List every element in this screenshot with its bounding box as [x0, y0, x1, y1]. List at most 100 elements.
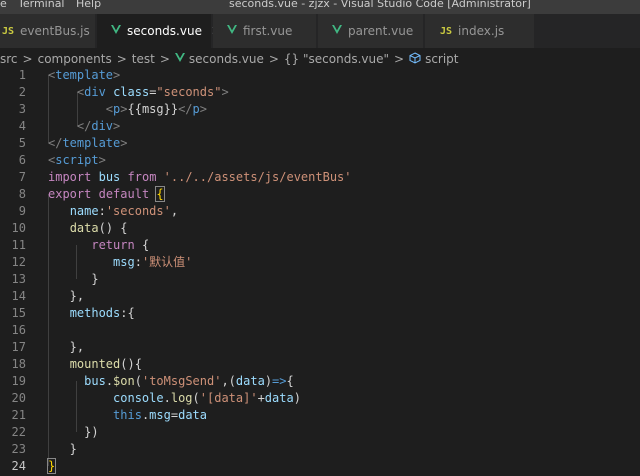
tab-label: first.vue [243, 24, 293, 38]
title-bar: e Terminal Help seconds.vue - zjzx - Vis… [0, 0, 640, 14]
code-line[interactable]: 21 this.msg=data [0, 407, 640, 424]
code-text: <script> [48, 152, 106, 169]
code-line[interactable]: 23 } [0, 441, 640, 458]
code-token: ) [293, 391, 301, 405]
vue-file-icon [332, 25, 342, 37]
window-title: seconds.vue - zjzx - Visual Studio Code … [229, 0, 531, 10]
menu-terminal[interactable]: Terminal [18, 0, 65, 10]
code-line[interactable]: 16 [0, 322, 640, 339]
code-token: bus [98, 170, 121, 184]
editor-tab-bar: JS eventBus.js seconds.vue ✕ first.vue p… [0, 14, 640, 48]
code-line[interactable]: 22 }) [0, 424, 640, 441]
code-line[interactable]: 24} [0, 458, 640, 475]
code-token: : [98, 204, 106, 218]
code-line[interactable]: 4 </div> [0, 118, 640, 135]
code-line[interactable]: 3 <p>{{msg}}</p> [0, 101, 640, 118]
code-token: '[data]' [199, 391, 258, 405]
tab-seconds-vue[interactable]: seconds.vue ✕ [97, 14, 222, 48]
code-token: '../../assets/js/eventBus' [163, 170, 352, 184]
code-line[interactable]: 15 methods:{ [0, 305, 640, 322]
breadcrumb-item-script[interactable]: script [425, 52, 458, 66]
breadcrumb-item-components[interactable]: components [38, 52, 112, 66]
menu-file[interactable]: e [0, 0, 7, 10]
code-token: > [98, 153, 106, 167]
tab-parent-vue[interactable]: parent.vue [318, 14, 424, 48]
code-line[interactable]: 2 <div class="seconds"> [0, 84, 640, 101]
code-text: data() { [48, 220, 128, 237]
vue-file-icon [227, 25, 237, 37]
code-token: => [272, 374, 287, 388]
code-line[interactable]: 14 }, [0, 288, 640, 305]
code-text: <div class="seconds"> [48, 84, 229, 101]
code-token: div [84, 85, 106, 99]
line-number: 12 [11, 255, 26, 269]
tab-first-vue[interactable]: first.vue [213, 14, 317, 48]
line-number: 22 [11, 425, 26, 439]
code-token: bus [84, 374, 106, 388]
code-token: methods [69, 306, 121, 320]
code-line[interactable]: 6 <script> [0, 152, 640, 169]
code-line[interactable]: 11 return { [0, 237, 640, 254]
code-token: 'seconds' [105, 204, 171, 218]
code-token: ( [134, 374, 142, 388]
code-line[interactable]: 5 </template> [0, 135, 640, 152]
code-line[interactable]: 10 data() { [0, 220, 640, 237]
code-line[interactable]: 19 bus.$on('toMsgSend',(data)=>{ [0, 373, 640, 390]
code-line[interactable]: 17 }, [0, 339, 640, 356]
line-number: 23 [11, 442, 26, 456]
code-line[interactable]: 12 msg:'默认值' [0, 254, 640, 271]
menu-help[interactable]: Help [76, 0, 101, 10]
breadcrumb-item-file[interactable]: seconds.vue [189, 52, 264, 66]
code-token: > [113, 68, 121, 82]
line-number: 11 [11, 238, 26, 252]
javascript-file-icon: JS [2, 25, 15, 37]
code-text: bus.$on('toMsgSend',(data)=>{ [48, 373, 294, 390]
chevron-right-icon: > [116, 52, 127, 66]
code-editor[interactable]: 1 <template> 2 <div class="seconds"> 3 <p>{… [0, 67, 640, 476]
tab-index-js[interactable]: JS index.js [425, 14, 535, 48]
code-token: {{msg}} [127, 102, 179, 116]
line-number: 17 [11, 340, 26, 354]
tab-label: eventBus.js [20, 24, 90, 38]
code-line[interactable]: 9 name:'seconds', [0, 203, 640, 220]
chevron-right-icon: > [22, 52, 33, 66]
code-line[interactable]: 20 console.log('[data]'+data) [0, 390, 640, 407]
code-token: > [199, 102, 207, 116]
code-line[interactable]: 8 export default { [0, 186, 640, 203]
tab-label: parent.vue [348, 24, 414, 38]
code-token: { [286, 374, 294, 388]
line-number: 10 [11, 221, 26, 235]
chevron-right-icon: > [268, 52, 279, 66]
breadcrumb-item-src[interactable]: src [0, 52, 18, 66]
code-line[interactable]: 18 mounted(){ [0, 356, 640, 373]
code-line[interactable]: 7 import bus from '../../assets/js/eventB… [0, 169, 640, 186]
line-number: 8 [18, 187, 26, 201]
code-text: this.msg=data [48, 407, 207, 424]
code-token: ) [264, 374, 273, 388]
code-token: import [48, 170, 92, 184]
code-token: return [91, 238, 135, 252]
code-text: }, [48, 288, 84, 305]
breadcrumb-item-test[interactable]: test [132, 52, 155, 66]
code-token: msg [113, 255, 135, 269]
code-token: data [178, 408, 207, 422]
code-text: }, [48, 339, 84, 356]
code-line[interactable]: 1 <template> [0, 67, 640, 84]
tab-eventbus-js[interactable]: JS eventBus.js [0, 14, 96, 48]
line-number: 7 [18, 170, 26, 184]
code-token: data [235, 374, 265, 388]
code-text: </div> [48, 118, 120, 135]
breadcrumb-item-object[interactable]: {} "seconds.vue" [284, 52, 389, 66]
line-number: 15 [11, 306, 26, 320]
code-token: class [113, 85, 150, 99]
code-line[interactable]: 13 } [0, 271, 640, 288]
line-number: 9 [18, 204, 26, 218]
line-number: 14 [11, 289, 26, 303]
